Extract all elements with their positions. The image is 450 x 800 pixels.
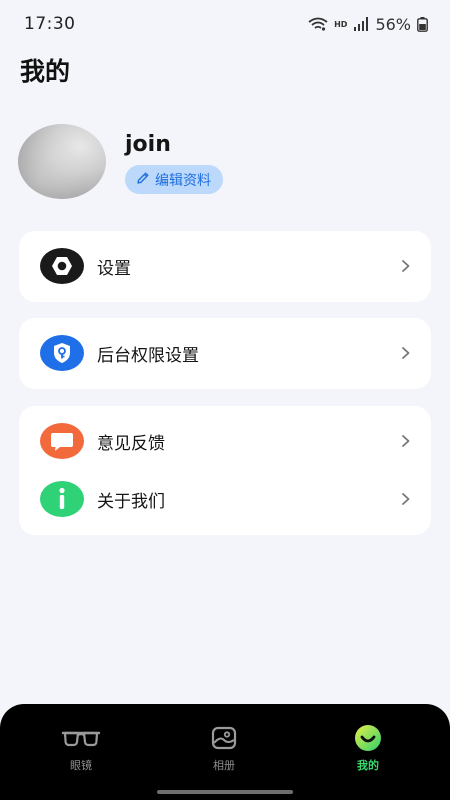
profile-smile-icon: [353, 724, 383, 752]
info-icon: [40, 481, 84, 517]
menu-item-feedback[interactable]: 意见反馈: [19, 412, 431, 470]
nav-tab-glasses[interactable]: 眼镜: [41, 724, 121, 776]
glasses-icon: [61, 724, 101, 752]
nav-label-album: 相册: [213, 759, 235, 772]
nav-label-profile: 我的: [357, 759, 379, 772]
avatar[interactable]: [18, 124, 106, 199]
status-bar: 17:30 HD 56%: [0, 0, 450, 48]
menu-label-feedback: 意见反馈: [97, 433, 165, 454]
shield-key-icon: [40, 335, 84, 371]
menu-label-about: 关于我们: [97, 491, 165, 512]
home-indicator: [157, 790, 293, 794]
menu-label-settings: 设置: [97, 258, 131, 279]
battery-icon: [417, 16, 428, 32]
edit-profile-label: 编辑资料: [155, 172, 211, 189]
menu-label-permissions: 后台权限设置: [97, 345, 199, 366]
wifi-icon: [308, 17, 328, 31]
menu-item-about[interactable]: 关于我们: [19, 470, 431, 528]
chevron-right-icon: [402, 347, 410, 359]
signal-icon: [353, 17, 369, 31]
permissions-card: 后台权限设置: [19, 318, 431, 389]
info-card: 意见反馈 关于我们: [19, 406, 431, 535]
status-icons: HD 56%: [308, 15, 428, 34]
username: join: [125, 132, 171, 157]
nav-tab-album[interactable]: 相册: [184, 724, 264, 776]
album-icon: [211, 724, 237, 752]
page-title: 我的: [20, 57, 71, 86]
nav-tab-profile[interactable]: 我的: [328, 724, 408, 776]
edit-profile-button[interactable]: 编辑资料: [125, 165, 223, 194]
settings-icon: [40, 248, 84, 284]
status-time: 17:30: [24, 14, 76, 34]
chevron-right-icon: [402, 435, 410, 447]
nav-label-glasses: 眼镜: [70, 759, 92, 772]
profile-header: join 编辑资料: [18, 124, 432, 202]
bottom-nav: 眼镜 相册 我的: [0, 704, 450, 800]
hd-tag: HD: [334, 19, 348, 29]
chat-bubble-icon: [40, 423, 84, 459]
pencil-icon: [136, 170, 150, 189]
settings-card: 设置: [19, 231, 431, 302]
menu-item-settings[interactable]: 设置: [19, 237, 431, 295]
menu-item-permissions[interactable]: 后台权限设置: [19, 324, 431, 382]
chevron-right-icon: [402, 493, 410, 505]
chevron-right-icon: [402, 260, 410, 272]
battery-percent: 56%: [375, 14, 411, 34]
